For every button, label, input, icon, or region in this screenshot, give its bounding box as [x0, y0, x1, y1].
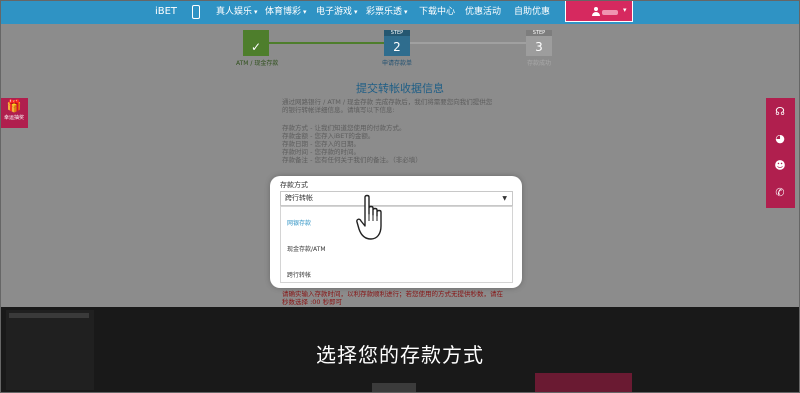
nav-item-promotions[interactable]: 优惠活动	[465, 0, 501, 24]
hand-pointer-icon	[356, 194, 382, 240]
option-interbank-transfer[interactable]: 跨行转帐	[287, 270, 311, 279]
deposit-method-card: 存款方式 跨行转帐 ▼ 网银存款 现金存款/ATM 跨行转帐	[270, 176, 522, 288]
gift-icon: 🎁	[6, 99, 22, 113]
obscured-heading	[372, 383, 416, 393]
option-cash-atm[interactable]: 现金存款/ATM	[287, 244, 326, 253]
warning-line: 秒数选择 :00 秒即可	[282, 298, 343, 306]
info-line: 存款时间 - 您存款的时间。	[282, 148, 360, 156]
chevron-down-icon: ▾	[303, 8, 307, 16]
step-1: ✓	[243, 30, 269, 56]
nav-item-sports[interactable]: 体育博彩 ▾	[265, 0, 307, 24]
step-3: STEP 3	[526, 30, 552, 56]
nav-item-live-casino[interactable]: 真人娱乐 ▾	[216, 0, 258, 24]
lucky-draw-button[interactable]: 🎁 幸运抽奖	[0, 98, 28, 128]
obscured-submit-button[interactable]	[535, 373, 632, 393]
info-line: 存款方式 - 让我们知道您使用的付款方式。	[282, 124, 406, 132]
chevron-down-icon: ▾	[354, 8, 358, 16]
chevron-down-icon: ▾	[404, 8, 408, 16]
tutorial-caption: 选择您的存款方式	[316, 343, 484, 367]
qq-icon[interactable]: ☻	[772, 158, 788, 174]
lucky-draw-label: 幸运抽奖	[3, 115, 24, 121]
info-line: 存款日期 - 您存入的日期。	[282, 140, 360, 148]
top-nav: iBET 真人娱乐 ▾ 体育博彩 ▾ 电子游戏 ▾ 彩票乐透 ▾ 下载中心 优惠活动 自…	[0, 0, 800, 24]
phone-icon[interactable]: ✆	[772, 185, 788, 201]
page-title: 提交转帐收据信息	[356, 82, 444, 95]
chevron-down-icon: ▼	[502, 195, 507, 202]
deposit-method-select[interactable]: 跨行转帐 ▼	[280, 191, 513, 206]
nav-item-downloads[interactable]: 下载中心	[419, 0, 455, 24]
deposit-method-label: 存款方式	[280, 181, 308, 189]
intro-line: 的银行转帐详细信息。请填写以下信息:	[282, 106, 395, 114]
user-menu-button[interactable]: ▾	[565, 0, 633, 22]
nav-item-lottery[interactable]: 彩票乐透 ▾	[366, 0, 408, 24]
nav-item-slots[interactable]: 电子游戏 ▾	[316, 0, 358, 24]
screen: iBET 真人娱乐 ▾ 体育博彩 ▾ 电子游戏 ▾ 彩票乐透 ▾ 下载中心 优惠活动 自…	[0, 0, 800, 393]
step-2: STEP 2	[384, 30, 410, 56]
option-online-banking[interactable]: 网银存款	[287, 218, 311, 227]
deposit-method-dropdown: 网银存款 现金存款/ATM 跨行转帐	[280, 206, 513, 283]
info-line: 存款金额 - 您存入iBET的金额。	[282, 132, 375, 140]
checkmark-icon: ✓	[250, 40, 262, 54]
step-3-label: 存款成功	[526, 60, 551, 67]
step-1-label: ATM / 现金存款	[236, 60, 279, 67]
nav-item-self-promo[interactable]: 自助优惠	[514, 0, 550, 24]
mobile-icon[interactable]	[192, 5, 200, 19]
step-connector	[410, 42, 526, 44]
user-icon	[592, 7, 600, 16]
brand-link[interactable]: iBET	[148, 0, 184, 24]
step-2-label: 申请存款单	[381, 60, 412, 67]
username-redacted	[602, 10, 618, 15]
step-connector	[269, 42, 384, 44]
intro-line: 通过网路银行 / ATM / 现金存款 完成存款后，我们将需要您向我们提供您	[282, 98, 493, 106]
wechat-icon[interactable]: ◕	[772, 131, 788, 147]
info-line: 存款备注 - 您有任何关于我们的备注。（非必填）	[282, 156, 422, 164]
headset-icon[interactable]: ☊	[772, 104, 788, 120]
chevron-down-icon: ▾	[254, 8, 258, 16]
contact-sidebar: ☊ ◕ ☻ ✆	[766, 98, 795, 208]
chevron-down-icon: ▾	[623, 6, 627, 14]
